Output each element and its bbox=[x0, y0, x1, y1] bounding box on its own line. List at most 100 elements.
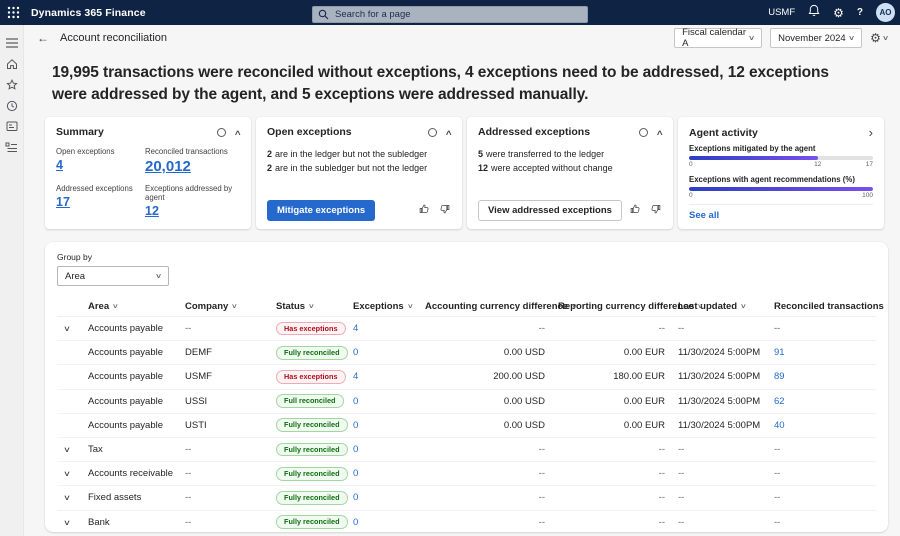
table-row[interactable]: ∨Accounts receivable--Fully reconciled0-… bbox=[57, 462, 876, 486]
status-cell: Fully reconciled bbox=[265, 515, 342, 529]
status-badge: Fully reconciled bbox=[276, 515, 348, 529]
metric-value-link[interactable]: 20,012 bbox=[145, 158, 191, 175]
reporting-difference-cell: -- bbox=[558, 444, 678, 455]
row-expand-icon[interactable]: ∨ bbox=[53, 324, 81, 333]
table-row[interactable]: Accounts payableUSSIFull reconciled00.00… bbox=[57, 390, 876, 414]
table-row[interactable]: Accounts payableDEMFFully reconciled00.0… bbox=[57, 341, 876, 365]
group-by-select[interactable]: Area ∨ bbox=[57, 266, 169, 286]
row-expand-icon[interactable]: ∨ bbox=[53, 469, 81, 478]
star-icon[interactable] bbox=[0, 74, 24, 95]
metric-value-link[interactable]: 17 bbox=[56, 195, 70, 209]
thumbs-up-icon[interactable] bbox=[418, 202, 430, 220]
see-all-link[interactable]: See all bbox=[689, 204, 873, 221]
top-navigation-bar: Dynamics 365 Finance USMF ⚙ ? AO bbox=[0, 0, 900, 25]
area-cell: Accounts payable bbox=[77, 396, 174, 407]
company-cell: DEMF bbox=[174, 347, 265, 358]
waffle-icon[interactable] bbox=[7, 6, 20, 19]
row-expand-icon[interactable]: ∨ bbox=[53, 493, 81, 502]
modules-icon[interactable] bbox=[0, 137, 24, 158]
row-expand-icon[interactable]: ∨ bbox=[53, 445, 81, 454]
help-icon[interactable]: ? bbox=[857, 7, 863, 18]
status-cell: Fully reconciled bbox=[265, 443, 342, 457]
area-cell: Accounts receivable bbox=[77, 468, 174, 479]
column-header-area[interactable]: Area∨ bbox=[77, 301, 174, 312]
column-header-company[interactable]: Company∨ bbox=[174, 301, 265, 312]
exceptions-link[interactable]: 0 bbox=[342, 444, 408, 455]
table-row[interactable]: Accounts payableUSMFHas exceptions4200.0… bbox=[57, 365, 876, 389]
column-header-label: Area bbox=[88, 301, 109, 312]
reconciled-transactions-link[interactable]: 62 bbox=[774, 396, 876, 407]
view-addressed-exceptions-button[interactable]: View addressed exceptions bbox=[478, 200, 622, 221]
reconciled-transactions-link[interactable]: 40 bbox=[774, 420, 876, 431]
exceptions-link[interactable]: 0 bbox=[342, 347, 408, 358]
back-arrow-icon[interactable]: ← bbox=[37, 31, 49, 45]
gear-icon[interactable]: ⚙ bbox=[833, 7, 844, 19]
fiscal-calendar-select[interactable]: Fiscal calendar A ∨ bbox=[674, 28, 762, 48]
column-header-status[interactable]: Status∨ bbox=[265, 301, 342, 312]
thumbs-up-icon[interactable] bbox=[629, 202, 641, 220]
progress-fill bbox=[689, 187, 873, 191]
avatar[interactable]: AO bbox=[876, 3, 895, 22]
scale-tick: 0 bbox=[689, 161, 693, 168]
chevron-right-icon[interactable]: › bbox=[869, 126, 873, 139]
chevron-up-icon[interactable]: ∧ bbox=[655, 128, 663, 137]
reconciliation-table-card: Group by Area ∨ Area∨Company∨Status∨Exce… bbox=[45, 242, 888, 532]
chevron-up-icon[interactable]: ∧ bbox=[444, 128, 452, 137]
progress-bar-block: Exceptions with agent recommendations (%… bbox=[689, 175, 873, 201]
search-box[interactable] bbox=[312, 4, 588, 21]
table-row[interactable]: ∨Fixed assets--Fully reconciled0-------- bbox=[57, 486, 876, 510]
thumbs-down-icon[interactable] bbox=[439, 202, 451, 220]
period-select[interactable]: November 2024 ∨ bbox=[770, 28, 862, 48]
column-header-last-updated[interactable]: Last updated∨ bbox=[678, 301, 774, 312]
exceptions-link[interactable]: 4 bbox=[342, 323, 408, 334]
summary-metrics: Open exceptions4Reconciled transactions2… bbox=[56, 147, 240, 220]
company-selector[interactable]: USMF bbox=[768, 7, 795, 18]
status-badge: Has exceptions bbox=[276, 370, 346, 384]
exceptions-link[interactable]: 0 bbox=[342, 396, 408, 407]
table-row[interactable]: Accounts payableUSTIFully reconciled00.0… bbox=[57, 414, 876, 438]
exceptions-link[interactable]: 4 bbox=[342, 371, 408, 382]
workspace-icon[interactable] bbox=[0, 116, 24, 137]
sort-chevron-icon: ∨ bbox=[112, 302, 119, 310]
reconciled-transactions-link[interactable]: 91 bbox=[774, 347, 876, 358]
hamburger-menu-icon[interactable] bbox=[0, 32, 24, 53]
column-header-reconciled-transactions[interactable]: Reconciled transactions∨ bbox=[774, 301, 888, 312]
table-row[interactable]: ∨Bank--Fully reconciled0-------- bbox=[57, 511, 876, 533]
table-row[interactable]: ∨Tax--Fully reconciled0-------- bbox=[57, 438, 876, 462]
bell-icon[interactable] bbox=[808, 4, 820, 22]
company-cell: USMF bbox=[174, 371, 265, 382]
addressed-exceptions-card: Addressed exceptions ∧ 5were transferred… bbox=[467, 117, 673, 229]
thumbs-down-icon[interactable] bbox=[650, 202, 662, 220]
chevron-down-icon: ∨ bbox=[748, 34, 755, 42]
table-row[interactable]: ∨Accounts payable--Has exceptions4------… bbox=[57, 317, 876, 341]
column-header-accounting-currency-difference[interactable]: Accounting currency difference∨ bbox=[408, 301, 558, 312]
metric-value-link[interactable]: 12 bbox=[145, 204, 159, 218]
reconciled-transactions-link[interactable]: 89 bbox=[774, 371, 876, 382]
area-cell: Tax bbox=[77, 444, 174, 455]
reconciliation-summary-headline: 19,995 transactions were reconciled with… bbox=[52, 62, 862, 105]
summary-metric: Addressed exceptions17 bbox=[56, 184, 145, 220]
scale-tick: 12 bbox=[814, 161, 821, 168]
progress-scale: 0100 bbox=[689, 192, 873, 201]
scale-tick: 17 bbox=[866, 161, 873, 168]
search-input[interactable] bbox=[312, 6, 588, 23]
status-cell: Fully reconciled bbox=[265, 346, 342, 360]
metric-value-link[interactable]: 4 bbox=[56, 158, 63, 172]
home-icon[interactable] bbox=[0, 53, 24, 74]
page-header-row: ← Account reconciliation Fiscal calendar… bbox=[24, 25, 900, 51]
clock-icon[interactable] bbox=[0, 95, 24, 116]
row-expand-icon[interactable]: ∨ bbox=[53, 518, 81, 527]
exceptions-link[interactable]: 0 bbox=[342, 420, 408, 431]
exceptions-link[interactable]: 0 bbox=[342, 468, 408, 479]
summary-metric: Open exceptions4 bbox=[56, 147, 145, 176]
chevron-up-icon[interactable]: ∧ bbox=[233, 128, 241, 137]
page-settings-button[interactable]: ⚙ ∨ bbox=[870, 31, 888, 45]
exceptions-link[interactable]: 0 bbox=[342, 517, 408, 528]
exceptions-link[interactable]: 0 bbox=[342, 492, 408, 503]
gear-icon: ⚙ bbox=[870, 31, 881, 45]
sort-chevron-icon: ∨ bbox=[697, 302, 704, 310]
mitigate-exceptions-button[interactable]: Mitigate exceptions bbox=[267, 200, 375, 221]
area-cell: Accounts payable bbox=[77, 323, 174, 334]
reporting-difference-cell: -- bbox=[558, 492, 678, 503]
column-header-exceptions[interactable]: Exceptions∨ bbox=[342, 301, 408, 312]
